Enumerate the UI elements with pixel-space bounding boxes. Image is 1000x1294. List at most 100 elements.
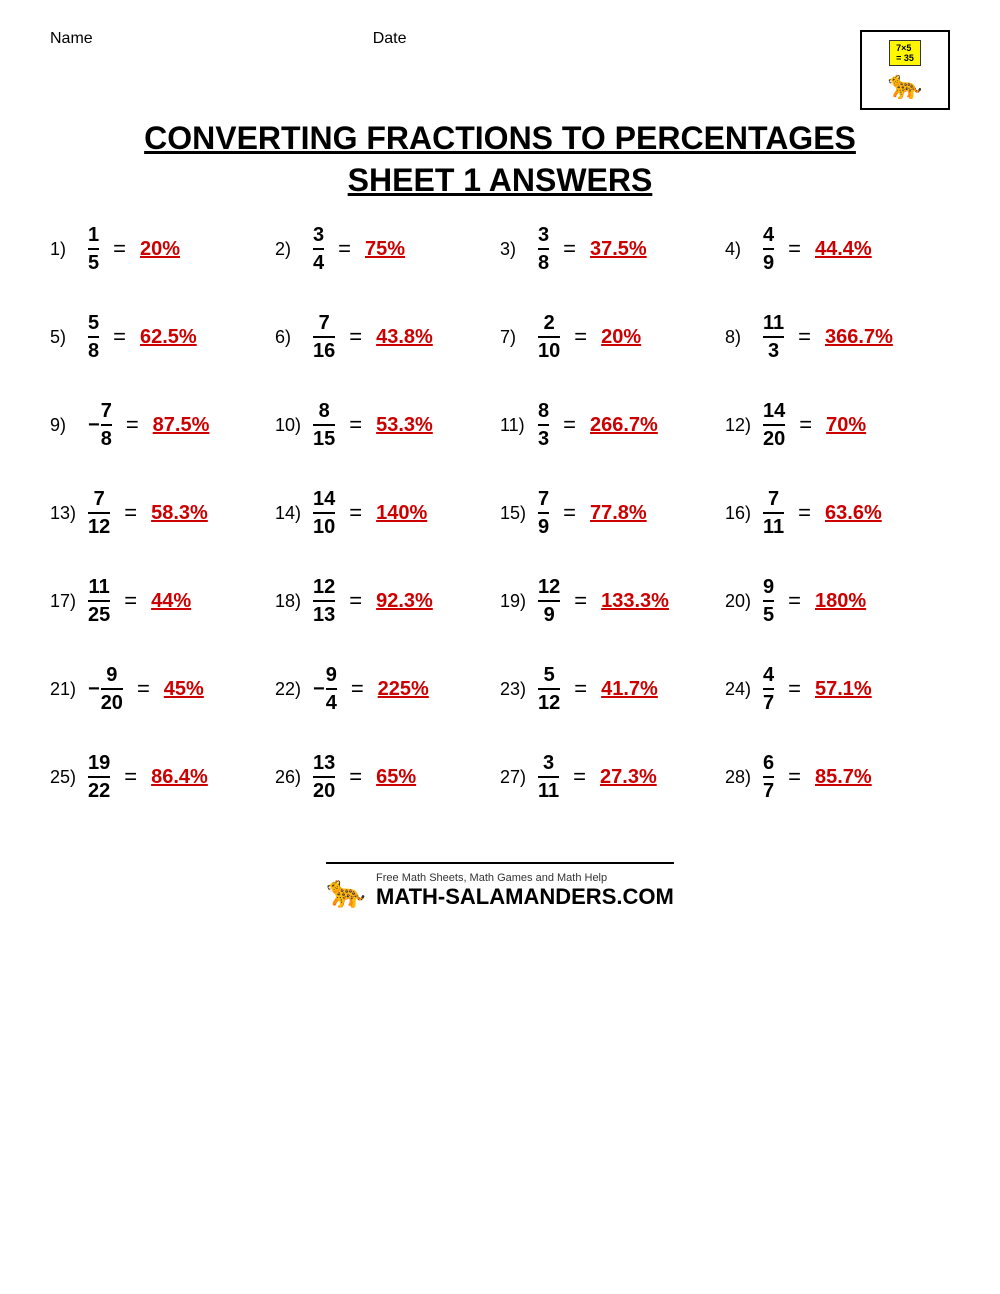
problem-item: 11)83=266.7% (500, 400, 725, 450)
fraction: 47 (763, 664, 774, 714)
fraction: 15 (88, 224, 99, 274)
equals-sign: = (124, 764, 137, 790)
equals-sign: = (349, 500, 362, 526)
answer: 45% (164, 678, 224, 701)
fraction-denominator: 10 (313, 516, 335, 538)
fraction-numerator: 3 (543, 752, 554, 774)
problem-item: 17)1125=44% (50, 576, 275, 626)
fraction-wrapper: 129 (538, 576, 560, 626)
problem-row: 5)58=62.5%6)716=43.8%7)210=20%8)113=366.… (50, 312, 950, 362)
fraction-wrapper: 210 (538, 312, 560, 362)
fraction-line (313, 336, 335, 338)
answer: 44% (151, 590, 211, 613)
fraction-numerator: 7 (101, 400, 112, 422)
negative-sign: − (88, 678, 100, 701)
problem-number: 8) (725, 327, 757, 348)
problem-number: 11) (500, 415, 532, 436)
fraction-denominator: 11 (763, 516, 784, 538)
equals-sign: = (563, 500, 576, 526)
fraction-numerator: 13 (313, 752, 335, 774)
fraction: 67 (763, 752, 774, 802)
fraction-wrapper: 47 (763, 664, 774, 714)
fraction-wrapper: 95 (763, 576, 774, 626)
fraction-denominator: 9 (544, 604, 555, 626)
fraction: 711 (763, 488, 784, 538)
problem-item: 13) 712 = 58.3% (50, 488, 275, 538)
fraction-wrapper: 815 (313, 400, 335, 450)
problem-number: 18) (275, 591, 307, 612)
answer: 87.5% (153, 414, 213, 437)
problem-number: 15) (500, 503, 532, 524)
fraction-denominator: 22 (88, 780, 110, 802)
problem-item: 23)512=41.7% (500, 664, 725, 714)
answer: 53.3% (376, 414, 436, 437)
fraction: 712 (88, 488, 110, 538)
fraction-wrapper: 1125 (88, 576, 110, 626)
problem-number: 26) (275, 767, 307, 788)
fraction-line (313, 776, 335, 778)
fraction-line (538, 600, 560, 602)
answer: 63.6% (825, 502, 885, 525)
problem-item: 2)34=75% (275, 224, 500, 274)
fraction-numerator: 5 (88, 312, 99, 334)
fraction-line (88, 600, 110, 602)
footer-inner: 🐆 Free Math Sheets, Math Games and Math … (326, 862, 674, 910)
problem-item: 4) 49 = 44.4% (725, 224, 950, 274)
answer: 58.3% (151, 502, 211, 525)
equals-sign: = (113, 324, 126, 350)
answer: 85.7% (815, 766, 875, 789)
problem-number: 22) (275, 679, 307, 700)
problem-item: 14)1410=140% (275, 488, 500, 538)
problem-row: 21)−920=45%22)−94=225%23)512=41.7%24)47=… (50, 664, 950, 714)
fraction-wrapper: −94 (313, 664, 337, 714)
fraction-line (538, 512, 549, 514)
problem-item: 12)1420=70% (725, 400, 950, 450)
fraction-wrapper: 1213 (313, 576, 335, 626)
fraction-denominator: 15 (313, 428, 335, 450)
problem-number: 13) (50, 503, 82, 524)
fraction-wrapper: 38 (538, 224, 549, 274)
fraction-numerator: 3 (538, 224, 549, 246)
problem-item: 1)15=20% (50, 224, 275, 274)
equals-sign: = (124, 500, 137, 526)
fraction-line (538, 424, 549, 426)
fraction-numerator: 19 (88, 752, 110, 774)
answer: 44.4% (815, 238, 875, 261)
fraction-line (88, 248, 99, 250)
problem-item: 9)−78=87.5% (50, 400, 275, 450)
fraction: 79 (538, 488, 549, 538)
fraction-wrapper: 113 (763, 312, 784, 362)
answer: 133.3% (601, 590, 669, 613)
fraction-denominator: 12 (538, 692, 560, 714)
problem-item: 10)815=53.3% (275, 400, 500, 450)
equals-sign: = (788, 236, 801, 262)
fraction-line (313, 600, 335, 602)
fraction-denominator: 20 (101, 692, 123, 714)
problem-number: 24) (725, 679, 757, 700)
fraction-line (763, 688, 774, 690)
problem-number: 4) (725, 239, 757, 260)
equals-sign: = (113, 236, 126, 262)
fraction-line (538, 688, 560, 690)
fraction: 815 (313, 400, 335, 450)
problem-item: 22)−94=225% (275, 664, 500, 714)
fraction-numerator: 7 (94, 488, 105, 510)
fraction-wrapper: 49 (763, 224, 774, 274)
equals-sign: = (574, 676, 587, 702)
problem-number: 27) (500, 767, 532, 788)
problem-number: 16) (725, 503, 757, 524)
fraction-numerator: 4 (763, 664, 774, 686)
fraction-line (763, 248, 774, 250)
fraction: 1125 (88, 576, 110, 626)
equals-sign: = (126, 412, 139, 438)
problem-item: 25)1922=86.4% (50, 752, 275, 802)
name-label: Name (50, 30, 93, 48)
problem-item: 20)95=180% (725, 576, 950, 626)
fraction: 38 (538, 224, 549, 274)
fraction-denominator: 7 (763, 780, 774, 802)
fraction-line (313, 512, 335, 514)
fraction-denominator: 10 (538, 340, 560, 362)
problem-number: 17) (50, 591, 82, 612)
fraction-line (326, 688, 337, 690)
equals-sign: = (573, 764, 586, 790)
